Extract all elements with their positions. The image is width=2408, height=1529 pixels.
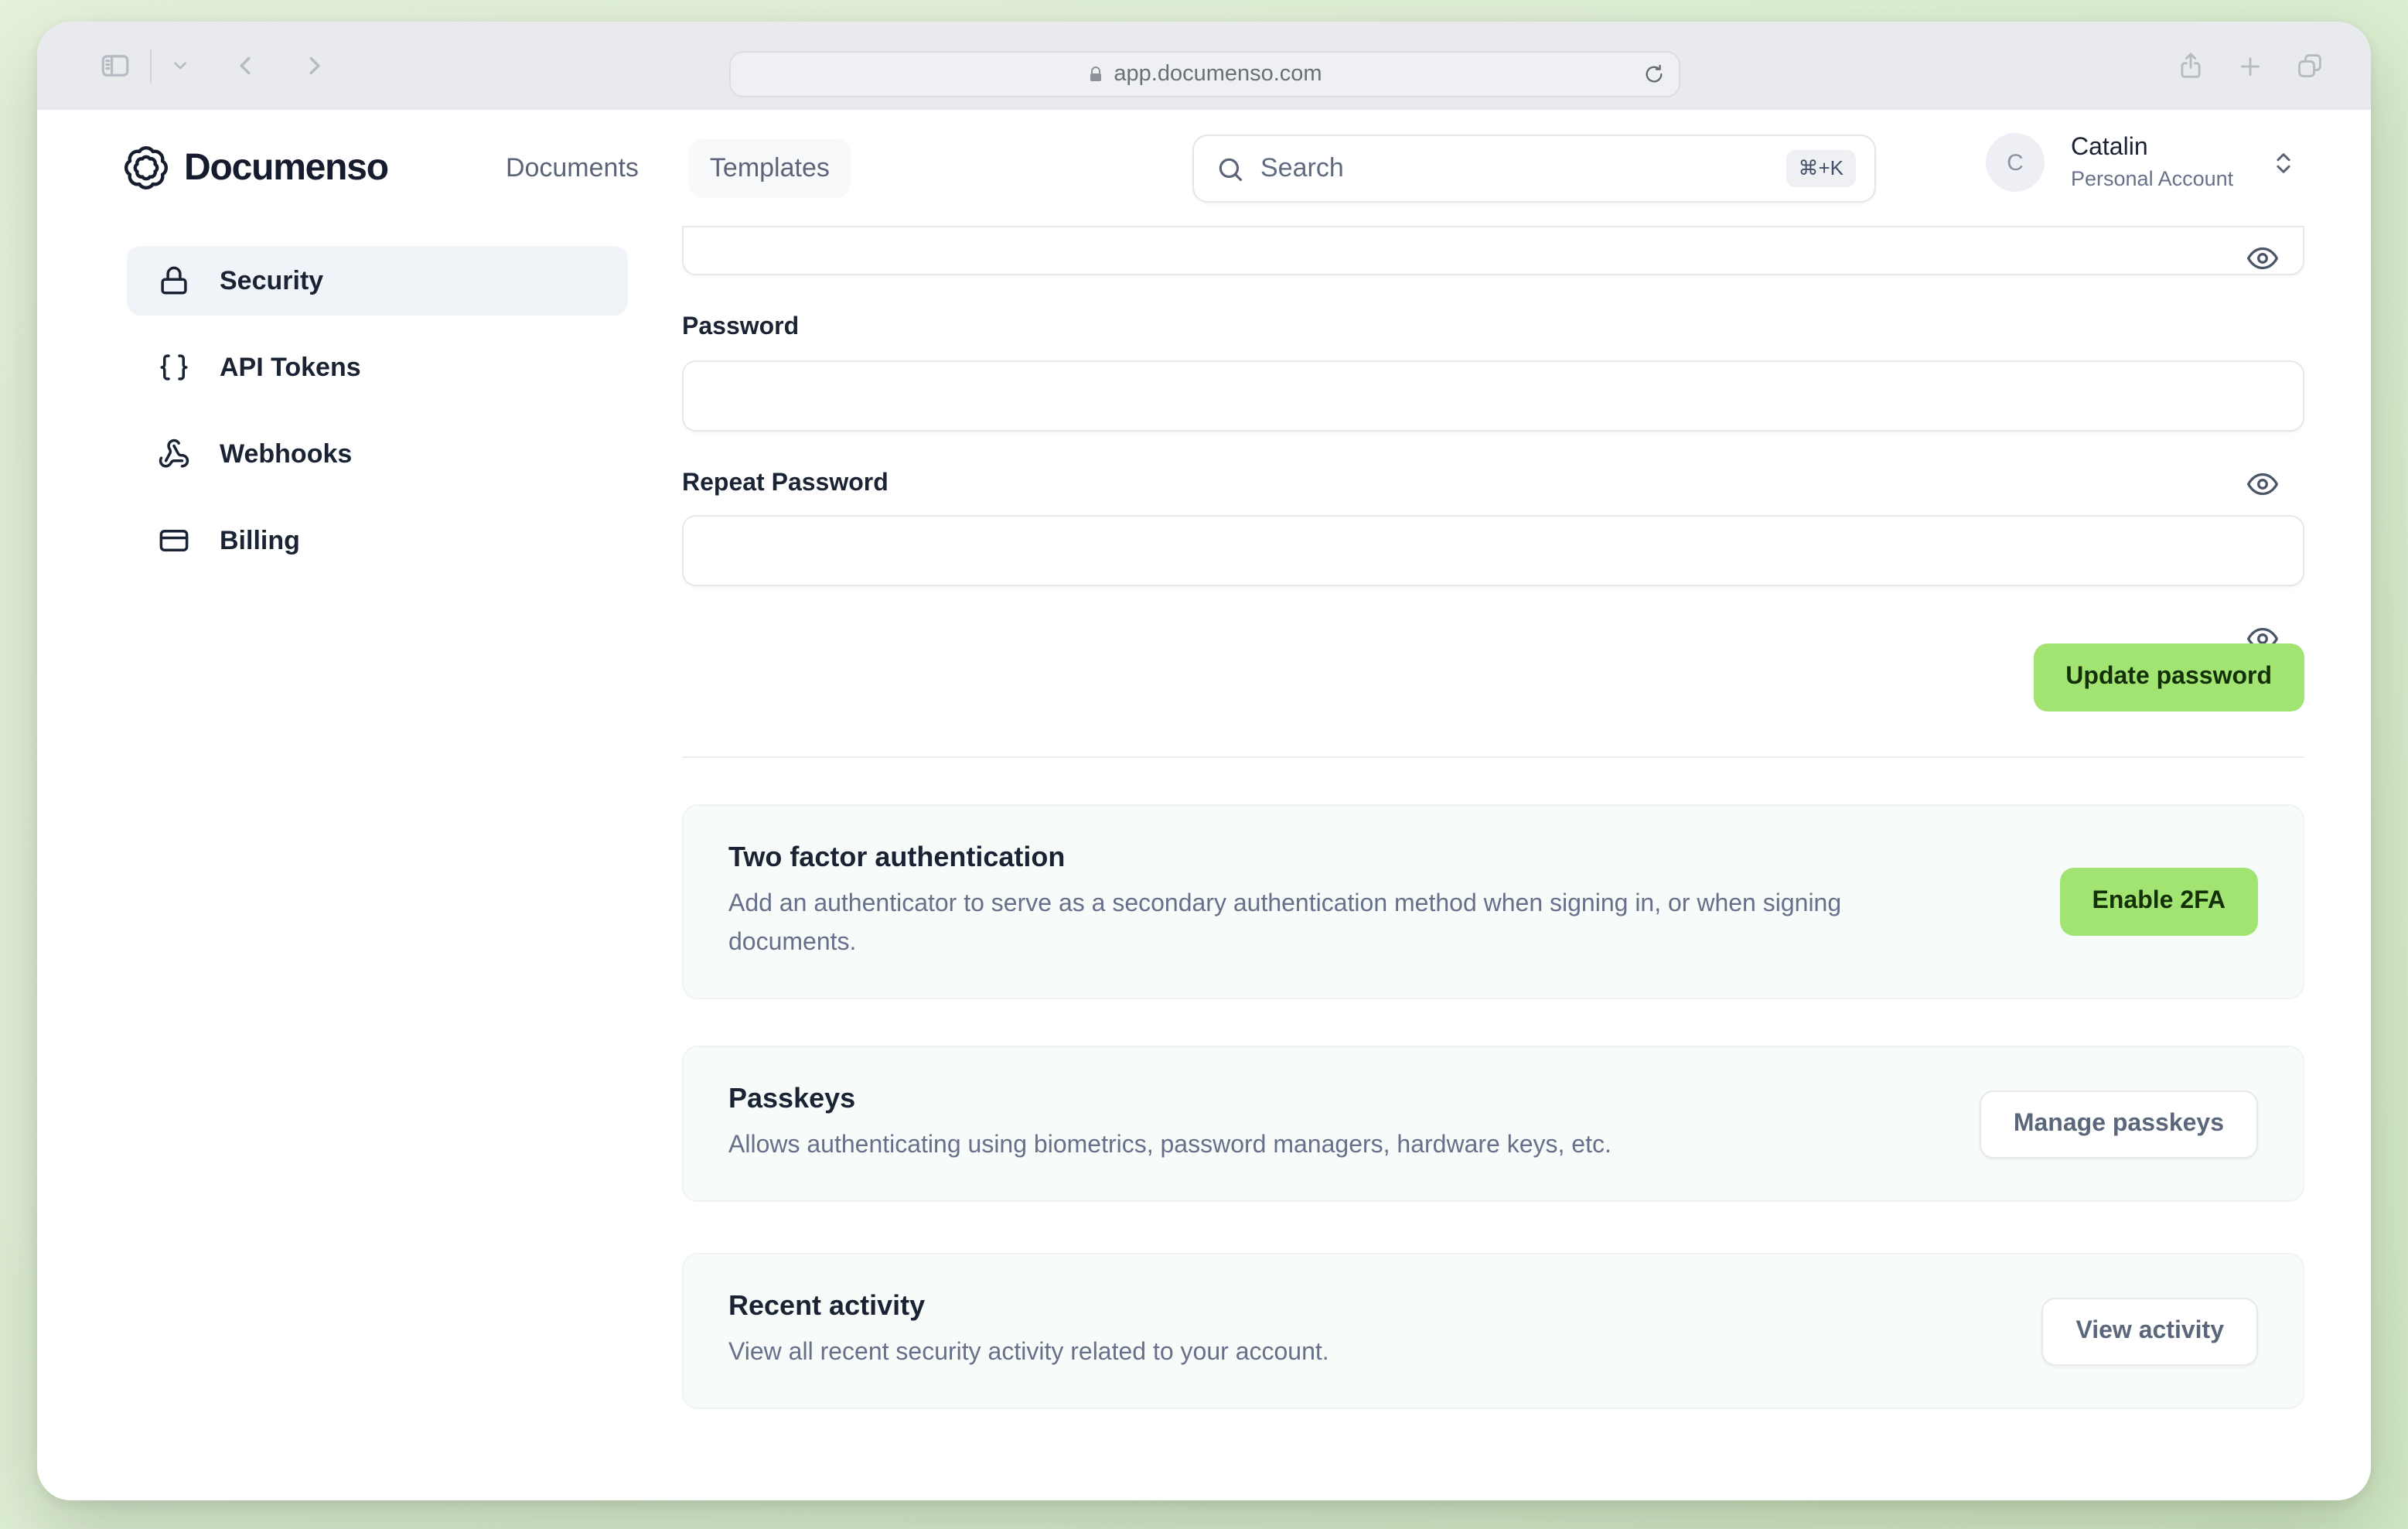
settings-sidebar: Security API Tokens Webhooks Billing [127, 246, 628, 592]
sidebar-item-label: Webhooks [220, 439, 353, 468]
manage-passkeys-button[interactable]: Manage passkeys [1979, 1090, 2258, 1158]
avatar: C [1986, 133, 2045, 192]
update-password-button[interactable]: Update password [2033, 643, 2304, 712]
eye-icon[interactable] [2246, 241, 2280, 275]
recent-activity-card: Recent activity View all recent security… [682, 1253, 2304, 1409]
search-bar[interactable]: ⌘+K [1192, 135, 1876, 203]
card-description: Allows authenticating using biometrics, … [728, 1132, 1612, 1159]
sidebar-item-security[interactable]: Security [127, 246, 628, 316]
card-title: Passkeys [728, 1083, 856, 1114]
toolbar-separator [150, 49, 152, 83]
view-activity-button[interactable]: View activity [2041, 1297, 2258, 1365]
braces-icon [160, 354, 188, 381]
documenso-app: Documenso Documents Templates ⌘+K C [37, 110, 2371, 1500]
reload-icon[interactable] [1642, 63, 1664, 85]
app-header: Documenso Documents Templates ⌘+K C [37, 110, 2371, 226]
nav-documents[interactable]: Documents [484, 138, 660, 197]
sidebar-toggle-icon[interactable] [99, 49, 131, 82]
card-title: Two factor authentication [728, 841, 1066, 872]
sidebar-item-webhooks[interactable]: Webhooks [127, 419, 628, 489]
password-input[interactable] [682, 360, 2304, 432]
sidebar-chevron-down-icon[interactable] [170, 56, 190, 76]
share-icon[interactable] [2176, 51, 2205, 80]
search-shortcut-badge: ⌘+K [1786, 150, 1856, 187]
sidebar-item-api-tokens[interactable]: API Tokens [127, 333, 628, 402]
search-icon [1219, 157, 1243, 181]
sidebar-item-label: Billing [220, 525, 300, 555]
webhook-icon [159, 439, 189, 468]
card-description: View all recent security activity relate… [728, 1340, 1329, 1366]
tls-lock-icon [1090, 67, 1101, 81]
main-nav: Documents Templates [484, 138, 851, 197]
passkeys-card: Passkeys Allows authenticating using bio… [682, 1046, 2304, 1202]
forward-icon[interactable] [300, 51, 329, 80]
password-label: Password [682, 314, 800, 340]
brand[interactable]: Documenso [122, 144, 389, 192]
new-tab-icon[interactable] [2236, 52, 2264, 80]
back-icon[interactable] [230, 51, 260, 80]
account-type: Personal Account [2071, 166, 2234, 189]
search-input[interactable] [1260, 153, 1786, 184]
brand-name: Documenso [184, 146, 389, 188]
enable-2fa-button[interactable]: Enable 2FA [2059, 868, 2258, 936]
tab-overview-icon[interactable] [2295, 51, 2324, 80]
current-password-input[interactable] [682, 226, 2304, 275]
account-menu[interactable]: C Catalin Personal Account [1986, 133, 2297, 192]
lock-icon [161, 266, 187, 295]
card-description: Add an authenticator to serve as a secon… [728, 891, 1842, 956]
credit-card-icon [159, 530, 189, 551]
desktop: app.documenso.com Documenso Documents Te… [0, 0, 2408, 1529]
sidebar-item-label: API Tokens [220, 352, 361, 381]
browser-toolbar: app.documenso.com [37, 22, 2371, 110]
eye-icon[interactable] [2246, 467, 2280, 501]
card-title: Recent activity [728, 1290, 926, 1321]
repeat-password-input[interactable] [682, 515, 2304, 586]
repeat-password-label: Repeat Password [682, 470, 889, 497]
browser-window: app.documenso.com Documenso Documents Te… [37, 22, 2371, 1500]
address-bar[interactable]: app.documenso.com [728, 51, 1680, 97]
section-divider [682, 756, 2304, 758]
documenso-logo-icon [124, 146, 168, 190]
nav-templates[interactable]: Templates [687, 138, 851, 197]
two-factor-card: Two factor authentication Add an authent… [682, 804, 2304, 999]
sidebar-item-label: Security [220, 265, 324, 295]
sidebar-item-billing[interactable]: Billing [127, 506, 628, 575]
chevrons-up-down-icon [2270, 149, 2297, 176]
account-name: Catalin [2071, 135, 2148, 162]
url-text: app.documenso.com [1114, 62, 1322, 87]
